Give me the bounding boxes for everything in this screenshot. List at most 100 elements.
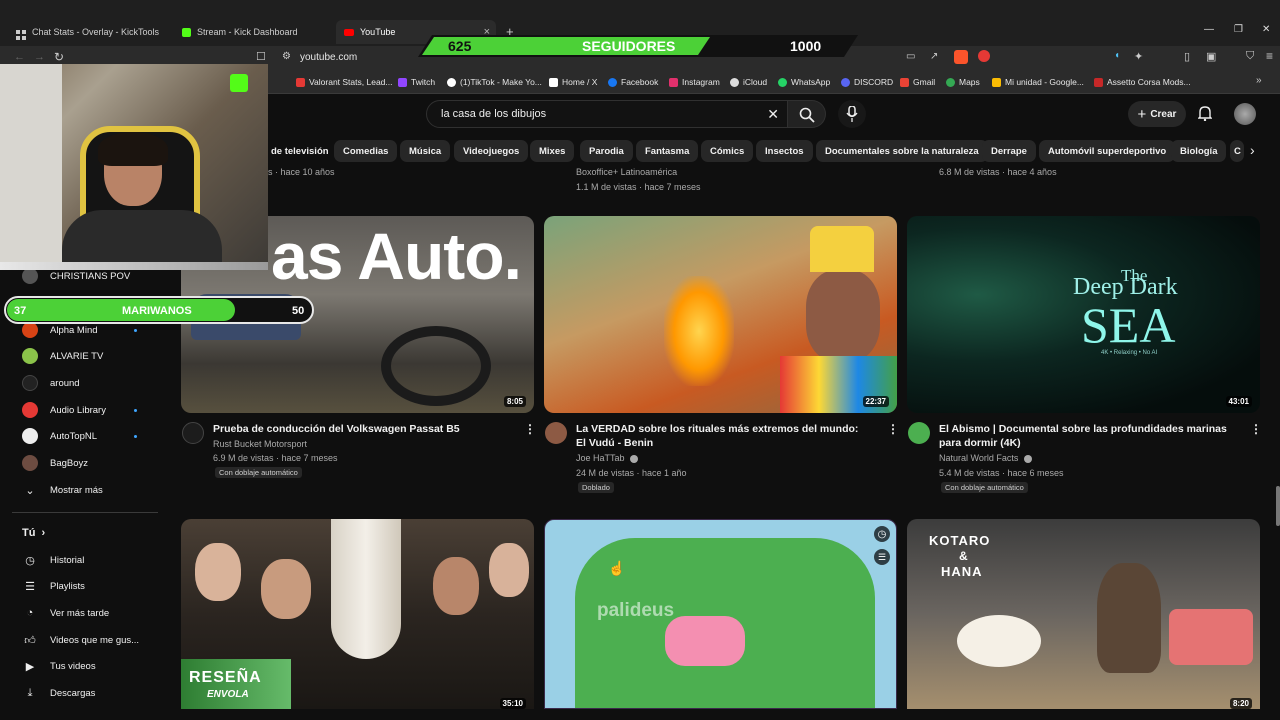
chip-2[interactable]: Música bbox=[400, 140, 451, 162]
bookmark-discord[interactable]: DISCORD bbox=[841, 77, 893, 87]
bookmark-x[interactable]: Home / X bbox=[549, 77, 597, 87]
channel-avatar[interactable] bbox=[908, 422, 930, 444]
restore-icon[interactable]: ❐ bbox=[1234, 24, 1243, 35]
sidebar-sub-3[interactable]: around bbox=[22, 373, 80, 393]
rewards-icon[interactable] bbox=[978, 50, 990, 62]
fridge bbox=[0, 64, 62, 268]
bookmark-tiktok[interactable]: (1)TikTok - Make Yo... bbox=[447, 77, 542, 87]
bookmark-assetto-corsa[interactable]: Assetto Corsa Mods... bbox=[1094, 77, 1191, 87]
video-title[interactable]: Prueba de conducción del Volkswagen Pass… bbox=[213, 422, 513, 436]
reload-icon[interactable]: ↻ bbox=[54, 50, 64, 64]
whatsapp-icon bbox=[778, 77, 787, 87]
bookmark-icon[interactable]: ☐ bbox=[256, 50, 266, 63]
chips-next-icon[interactable]: › bbox=[1250, 142, 1255, 158]
search-box[interactable]: la casa de los dibujos ✕ bbox=[426, 100, 788, 128]
sidebar-downloads[interactable]: ⤓ Descargas bbox=[22, 683, 96, 703]
assetto-corsa-icon bbox=[1094, 77, 1103, 87]
watch-later-icon[interactable]: ◷ bbox=[874, 526, 890, 542]
tab-chat-stats[interactable]: Chat Stats - Overlay - KickTools bbox=[24, 20, 174, 44]
channel-name[interactable]: Rust Bucket Motorsport bbox=[213, 437, 307, 452]
site-info-icon[interactable]: ⚙ bbox=[282, 51, 291, 62]
bookmark-icloud[interactable]: iCloud bbox=[730, 77, 767, 87]
bookmark-facebook[interactable]: Facebook bbox=[608, 77, 658, 87]
channel-name[interactable]: Natural World Facts bbox=[939, 451, 1018, 466]
install-icon[interactable]: ▭ bbox=[906, 51, 915, 62]
bookmark-google-drive[interactable]: Mi unidad - Google... bbox=[992, 77, 1084, 87]
bookmark-instagram[interactable]: Instagram bbox=[669, 77, 720, 87]
bookmark-valorant[interactable]: Valorant Stats, Lead... bbox=[296, 77, 392, 87]
chip-0[interactable]: de televisión bbox=[262, 140, 338, 162]
chip-6[interactable]: Fantasma bbox=[636, 140, 699, 162]
audio-icon[interactable]: ◖ bbox=[1114, 50, 1120, 61]
share-icon[interactable]: ↗ bbox=[930, 51, 938, 62]
channel-avatar[interactable] bbox=[545, 422, 567, 444]
bookmark-whatsapp[interactable]: WhatsApp bbox=[778, 77, 830, 87]
channel-name[interactable]: Joe HaTTab bbox=[576, 451, 625, 466]
video-thumbnail-1[interactable]: 22:37 bbox=[544, 216, 897, 413]
clear-search-icon[interactable]: ✕ bbox=[767, 106, 779, 123]
more-bookmarks-icon[interactable]: » bbox=[1256, 75, 1262, 86]
sidebar-liked-videos[interactable]: 👍︎ Videos que me gus... bbox=[22, 630, 139, 650]
video-thumbnail-5[interactable]: KOTARO & HANA 8:20 bbox=[907, 519, 1260, 709]
forward-icon[interactable]: → bbox=[34, 51, 45, 63]
chip-8[interactable]: Insectos bbox=[756, 140, 813, 162]
sidebar-history[interactable]: ◷ Historial bbox=[22, 550, 84, 570]
more-options-icon[interactable]: ⋮ bbox=[1250, 422, 1262, 436]
sidebar-toggle-icon[interactable]: ▯ bbox=[1184, 50, 1190, 63]
close-window-icon[interactable]: ✕ bbox=[1262, 24, 1270, 35]
sidebar-watch-later[interactable]: ◔ Ver más tarde bbox=[22, 603, 109, 623]
sidebar-you-header[interactable]: Tú › bbox=[22, 523, 45, 543]
video-thumbnail-2[interactable]: The Deep Dark SEA 4K • Relaxing • No AI … bbox=[907, 216, 1260, 413]
chip-7[interactable]: Cómics bbox=[701, 140, 754, 162]
chip-5[interactable]: Parodia bbox=[580, 140, 633, 162]
chip-3[interactable]: Videojuegos bbox=[454, 140, 529, 162]
chip-11[interactable]: Automóvil superdeportivo bbox=[1039, 140, 1176, 162]
video-stats: 6.9 M de vistas · hace 7 meses bbox=[213, 453, 338, 463]
top-meta-3: 6.8 M de vistas · hace 4 años bbox=[939, 167, 1057, 177]
tab-kick-dashboard[interactable]: Stream - Kick Dashboard bbox=[174, 20, 334, 44]
video-thumbnail-3[interactable]: RESEÑA ENVOLA 35:10 bbox=[181, 519, 534, 709]
voice-search-button[interactable] bbox=[838, 100, 866, 128]
add-to-queue-icon[interactable]: ☰ bbox=[874, 549, 890, 565]
chip-9[interactable]: Documentales sobre la naturaleza bbox=[816, 140, 988, 162]
menu-icon[interactable]: ≡ bbox=[1266, 49, 1273, 63]
wallet-icon[interactable]: ▣ bbox=[1206, 50, 1216, 63]
minimize-icon[interactable]: — bbox=[1204, 24, 1214, 35]
duration-badge: 35:10 bbox=[499, 698, 526, 709]
notifications-bell-icon[interactable] bbox=[1197, 105, 1213, 126]
sidebar-sub-5[interactable]: AutoTopNL bbox=[22, 426, 97, 446]
sidebar-sub-6[interactable]: BagBoyz bbox=[22, 453, 88, 473]
bookmark-gmail[interactable]: Gmail bbox=[900, 77, 935, 87]
back-icon[interactable]: ← bbox=[14, 51, 25, 63]
more-options-icon[interactable]: ⋮ bbox=[887, 422, 899, 436]
video-thumbnail-4[interactable]: palideus ◷ ☰ bbox=[544, 519, 897, 709]
account-avatar[interactable] bbox=[1234, 103, 1256, 125]
vpn-icon[interactable]: ⛉ bbox=[1246, 50, 1254, 63]
channel-avatar[interactable] bbox=[182, 422, 204, 444]
more-options-icon[interactable]: ⋮ bbox=[524, 422, 536, 436]
sidebar-your-videos[interactable]: ▶ Tus videos bbox=[22, 656, 96, 676]
watermark-text: palideus bbox=[597, 600, 675, 621]
extensions-icon[interactable]: ✦ bbox=[1134, 50, 1143, 63]
search-button[interactable] bbox=[788, 100, 826, 128]
sidebar-playlists[interactable]: ☰ Playlists bbox=[22, 576, 85, 596]
kick-icon bbox=[182, 27, 191, 37]
sidebar-sub-4[interactable]: Audio Library bbox=[22, 400, 106, 420]
chip-12[interactable]: Biología bbox=[1171, 140, 1227, 162]
video-title[interactable]: El Abismo | Documental sobre las profund… bbox=[939, 422, 1239, 450]
brave-shield-icon[interactable] bbox=[954, 50, 968, 64]
search-input[interactable]: la casa de los dibujos bbox=[441, 108, 546, 120]
url-field[interactable]: youtube.com bbox=[300, 52, 357, 63]
channel-avatar bbox=[22, 375, 38, 391]
create-button[interactable]: + Crear bbox=[1128, 101, 1186, 127]
bookmark-twitch[interactable]: Twitch bbox=[398, 77, 435, 87]
video-title[interactable]: La VERDAD sobre los rituales más extremo… bbox=[576, 422, 868, 450]
bookmark-maps[interactable]: Maps bbox=[946, 77, 980, 87]
chip-1[interactable]: Comedias bbox=[334, 140, 398, 162]
chip-10[interactable]: Derrape bbox=[982, 140, 1036, 162]
sidebar-sub-2[interactable]: ALVARIE TV bbox=[22, 346, 103, 366]
sidebar-show-more[interactable]: ⌄ Mostrar más bbox=[22, 480, 102, 500]
page-scrollbar[interactable] bbox=[1276, 486, 1280, 526]
chip-4[interactable]: Mixes bbox=[530, 140, 575, 162]
chip-13[interactable]: C bbox=[1230, 140, 1244, 162]
